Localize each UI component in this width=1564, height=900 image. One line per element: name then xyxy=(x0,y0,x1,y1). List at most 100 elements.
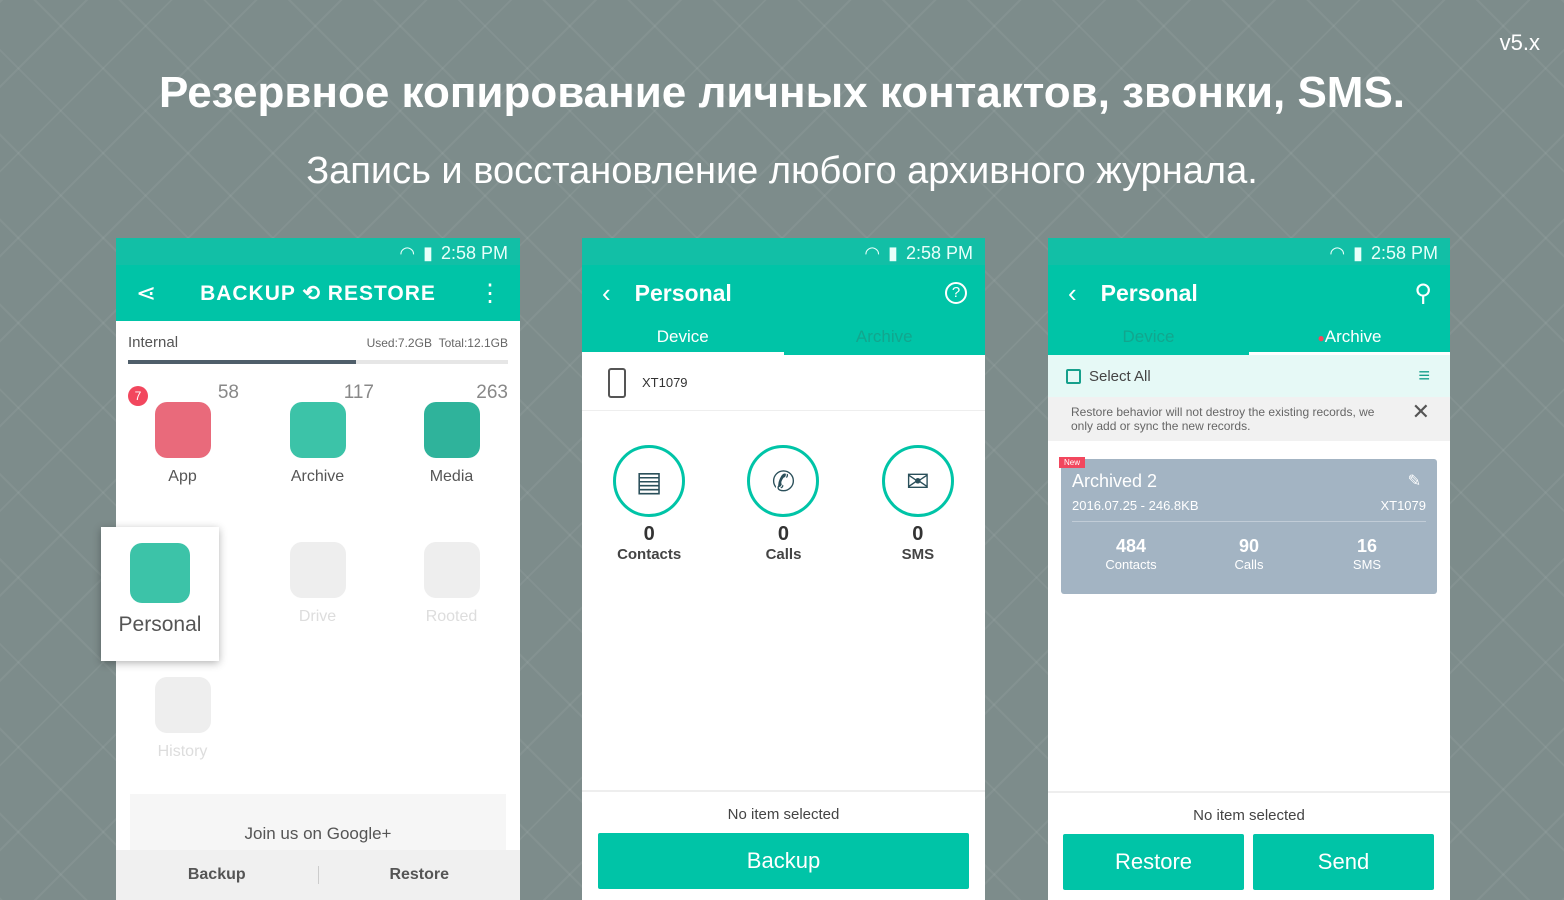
page-title: Personal xyxy=(634,279,732,306)
archive-name: Archived 2 xyxy=(1072,471,1158,491)
tab-archive[interactable]: Archive xyxy=(783,321,985,355)
drive-icon xyxy=(289,542,346,598)
history-camera-icon xyxy=(154,677,211,733)
stat-label: Calls xyxy=(1234,557,1264,572)
tile-label: Media xyxy=(429,468,474,485)
tile-label: Drive xyxy=(298,608,337,625)
stat-label: Contacts xyxy=(617,546,682,563)
tile-media[interactable]: 263 Media xyxy=(385,378,518,510)
close-icon[interactable]: ✕ xyxy=(1412,401,1430,423)
battery-icon: ▮ xyxy=(888,242,898,263)
help-icon[interactable]: ? xyxy=(945,282,967,304)
chat-bubble-icon: ✉ xyxy=(881,445,954,517)
status-bar: ◠ ▮ 2:58 PM xyxy=(116,238,520,265)
headline: Резервное копирование личных контактов, … xyxy=(158,68,1406,117)
wifi-icon: ◠ xyxy=(399,242,416,263)
restore-notice: Restore behavior will not destroy the ex… xyxy=(1071,405,1375,433)
send-button[interactable]: Send xyxy=(1253,834,1434,890)
device-name: XT1079 xyxy=(642,375,688,390)
tile-history[interactable]: History xyxy=(116,653,249,785)
selection-status: No item selected xyxy=(1048,791,1450,824)
backup-button[interactable]: Backup xyxy=(598,833,969,889)
tile-drive[interactable]: Drive xyxy=(251,518,384,650)
phone-screen-archive: ◠ ▮ 2:58 PM ‹ Personal ⚲ Device ●Archive Sele… xyxy=(1048,238,1450,900)
backup-tab-button[interactable]: Backup xyxy=(116,866,319,884)
restore-button[interactable]: Restore xyxy=(1063,834,1244,890)
stat-value: 484 xyxy=(1115,536,1147,556)
phone-call-icon: ✆ xyxy=(747,445,820,517)
notification-badge: 7 xyxy=(128,386,148,406)
phone-icon xyxy=(608,367,626,398)
archive-cube-icon xyxy=(289,402,346,458)
subheadline: Запись и восстановление любого архивного… xyxy=(306,150,1258,192)
tile-label: Archive xyxy=(290,468,345,485)
tile-archive[interactable]: 117 Archive xyxy=(251,378,384,510)
stat-calls[interactable]: ✆ 0 Calls xyxy=(716,445,850,563)
storage-used: Used:7.2GB xyxy=(366,336,432,350)
phone-screen-device: ◠ ▮ 2:58 PM ‹ Personal? Device Archive XT107… xyxy=(582,238,985,900)
search-icon[interactable]: ⚲ xyxy=(1414,279,1432,308)
media-film-icon xyxy=(423,402,480,458)
tile-rooted[interactable]: Rooted xyxy=(385,518,518,650)
unread-dot-icon: ● xyxy=(1317,331,1325,345)
wifi-icon: ◠ xyxy=(864,242,881,263)
more-menu-icon[interactable]: ⋮ xyxy=(478,279,502,308)
stat-value: 90 xyxy=(1238,536,1260,556)
stat-label: Calls xyxy=(765,546,802,563)
tile-count: 263 xyxy=(476,382,508,403)
back-icon[interactable]: ‹ xyxy=(602,278,611,309)
app-title: BACKUP ⟲ RESTORE xyxy=(200,281,436,305)
personal-contact-icon xyxy=(130,543,190,603)
status-time: 2:58 PM xyxy=(905,242,973,263)
rooted-icon xyxy=(423,542,480,598)
tile-label: Rooted xyxy=(425,608,478,625)
status-time: 2:58 PM xyxy=(440,242,508,263)
tile-count: 58 xyxy=(217,382,239,403)
version-label: v5.x xyxy=(1499,30,1540,55)
sort-icon[interactable]: ≡ xyxy=(1418,365,1430,388)
status-bar: ◠ ▮ 2:58 PM xyxy=(582,238,985,265)
tile-app[interactable]: 7 58 App xyxy=(116,378,249,510)
stat-value: 0 xyxy=(777,523,790,545)
storage-label: Internal xyxy=(128,334,179,351)
stat-value: 0 xyxy=(912,523,924,545)
tile-label: Personal xyxy=(118,613,202,636)
tile-label: App xyxy=(168,468,197,485)
tab-device[interactable]: Device xyxy=(582,321,784,355)
share-icon[interactable]: ⋖ xyxy=(136,279,156,308)
edit-pencil-icon[interactable]: ✎ xyxy=(1408,471,1421,491)
google-plus-link[interactable]: Join us on Google+ xyxy=(130,794,506,850)
tile-count: 117 xyxy=(343,382,374,403)
select-all-checkbox[interactable] xyxy=(1066,368,1081,384)
device-row: XT1079 xyxy=(582,355,985,411)
archive-meta: 2016.07.25 - 246.8KB xyxy=(1072,498,1199,513)
contact-card-icon: ▤ xyxy=(613,445,686,517)
stat-label: SMS xyxy=(1352,557,1382,572)
restore-tab-button[interactable]: Restore xyxy=(319,866,521,884)
tile-personal[interactable]: Personal xyxy=(101,527,219,661)
stat-label: Contacts xyxy=(1105,557,1157,572)
tab-device[interactable]: Device xyxy=(1048,321,1249,355)
stat-value: 16 xyxy=(1356,536,1378,556)
tab-archive[interactable]: ●Archive xyxy=(1249,321,1450,355)
stat-contacts[interactable]: ▤ 0 Contacts xyxy=(582,445,716,563)
selection-status: No item selected xyxy=(582,790,985,823)
tile-label: History xyxy=(157,743,208,760)
new-badge: New xyxy=(1059,457,1086,468)
back-icon[interactable]: ‹ xyxy=(1068,278,1077,309)
archive-device: XT1079 xyxy=(1380,498,1426,513)
page-title: Personal xyxy=(1100,279,1198,306)
stat-sms[interactable]: ✉ 0 SMS xyxy=(851,445,985,563)
stat-value: 0 xyxy=(643,523,655,545)
storage-bar xyxy=(128,360,508,364)
archive-card[interactable]: New Archived 2 ✎ 2016.07.25 - 246.8KB XT… xyxy=(1059,457,1437,594)
stat-label: SMS xyxy=(901,546,935,563)
wifi-icon: ◠ xyxy=(1329,242,1346,263)
storage-total: Total:12.1GB xyxy=(438,336,508,350)
status-time: 2:58 PM xyxy=(1370,242,1438,263)
tab-label: Archive xyxy=(1324,327,1382,346)
battery-icon: ▮ xyxy=(1353,242,1363,263)
status-bar: ◠ ▮ 2:58 PM xyxy=(1048,238,1450,265)
select-all-label: Select All xyxy=(1089,367,1151,385)
app-box-icon xyxy=(154,402,211,458)
